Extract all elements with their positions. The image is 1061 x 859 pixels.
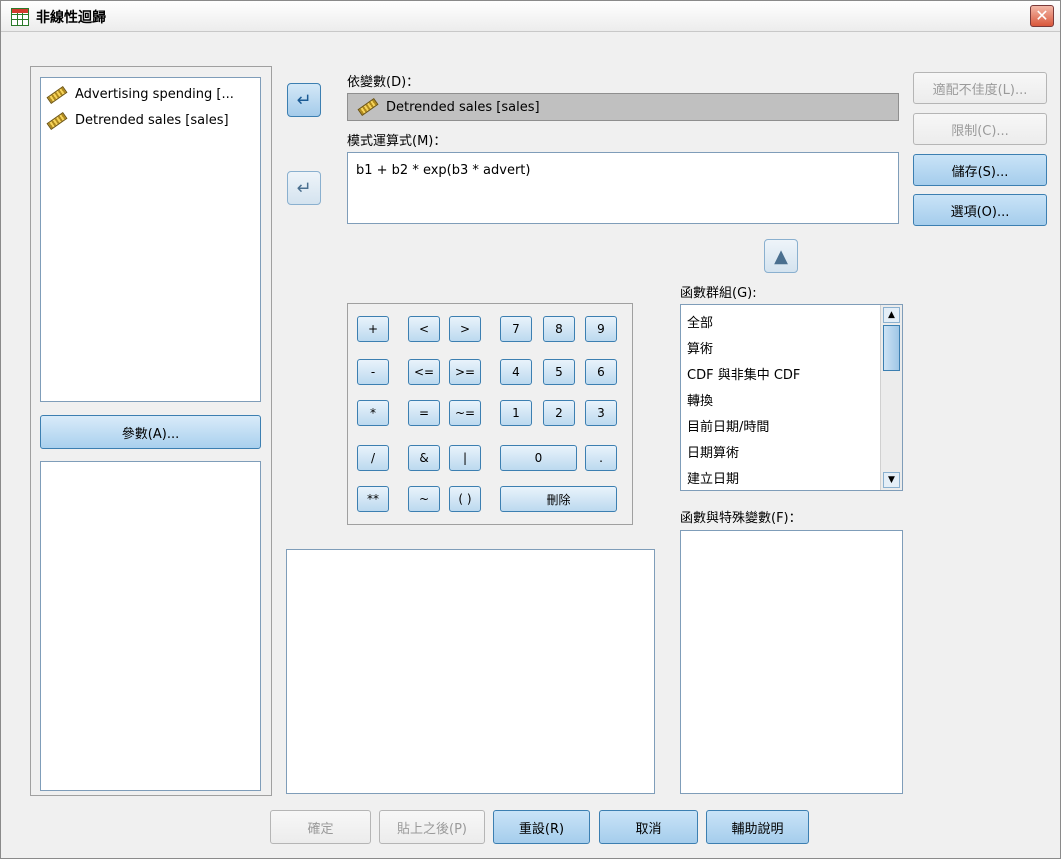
paste-button[interactable]: 貼上之後(P) <box>379 810 485 844</box>
model-label: 模式運算式(M)： <box>347 134 447 149</box>
parameters-button[interactable]: 參數(A)... <box>40 415 261 449</box>
dependent-label: 依變數(D)： <box>347 75 420 90</box>
calc-power[interactable]: ** <box>357 486 389 512</box>
function-group-list[interactable]: 全部 算術 CDF 與非集中 CDF 轉換 目前日期/時間 日期算術 建立日期 … <box>680 304 903 491</box>
calc-2[interactable]: 2 <box>543 400 575 426</box>
move-to-dependent-button[interactable]: ↵ <box>287 83 321 117</box>
calc-divide[interactable]: / <box>357 445 389 471</box>
calc-not[interactable]: ~ <box>408 486 440 512</box>
function-group-item[interactable]: 日期算術 <box>687 442 739 461</box>
calc-parentheses[interactable]: ( ) <box>449 486 481 512</box>
function-group-item[interactable]: 全部 <box>687 312 713 331</box>
calc-4[interactable]: 4 <box>500 359 532 385</box>
insert-function-button[interactable]: ▲ <box>764 239 798 273</box>
ok-button[interactable]: 確定 <box>270 810 371 844</box>
function-group-scrollbar[interactable]: ▲ ▼ <box>880 305 902 490</box>
move-to-model-button[interactable]: ↵ <box>287 171 321 205</box>
function-group-label: 函數群組(G): <box>680 286 757 301</box>
calc-and[interactable]: & <box>408 445 440 471</box>
calc-equal[interactable]: = <box>408 400 440 426</box>
title-bar: 非線性迴歸 ✕ <box>1 1 1060 32</box>
options-button[interactable]: 選項(O)... <box>913 194 1047 226</box>
model-expression-input[interactable]: b1 + b2 * exp(b3 * advert) <box>347 152 899 224</box>
calc-1[interactable]: 1 <box>500 400 532 426</box>
calc-plus[interactable]: + <box>357 316 389 342</box>
functions-list[interactable] <box>680 530 903 794</box>
constraints-button[interactable]: 限制(C)... <box>913 113 1047 145</box>
calc-0[interactable]: 0 <box>500 445 577 471</box>
calc-7[interactable]: 7 <box>500 316 532 342</box>
dependent-field[interactable]: Detrended sales [sales] <box>347 93 899 121</box>
function-group-item[interactable]: 目前日期/時間 <box>687 416 769 435</box>
save-button[interactable]: 儲存(S)... <box>913 154 1047 186</box>
scale-ruler-icon <box>46 111 68 130</box>
parameters-list[interactable] <box>40 461 261 791</box>
dialog-title: 非線性迴歸 <box>36 10 106 26</box>
cancel-button[interactable]: 取消 <box>599 810 698 844</box>
arrow-left-icon: ↵ <box>296 89 312 111</box>
model-expression-text: b1 + b2 * exp(b3 * advert) <box>356 163 531 178</box>
calc-not-equal[interactable]: ~= <box>449 400 481 426</box>
calc-delete[interactable]: 刪除 <box>500 486 617 512</box>
scroll-thumb[interactable] <box>883 325 900 371</box>
calc-5[interactable]: 5 <box>543 359 575 385</box>
calc-8[interactable]: 8 <box>543 316 575 342</box>
function-group-item[interactable]: 算術 <box>687 338 713 357</box>
variable-item-sales[interactable]: Detrended sales [sales] <box>46 111 229 130</box>
calc-decimal[interactable]: . <box>585 445 617 471</box>
loss-function-button[interactable]: 適配不佳度(L)... <box>913 72 1047 104</box>
variable-item-advertising[interactable]: Advertising spending [... <box>46 85 234 104</box>
calc-less-equal[interactable]: <= <box>408 359 440 385</box>
variable-label: Advertising spending [... <box>75 87 234 102</box>
nonlinear-regression-dialog: 非線性迴歸 ✕ Advertising spending [... Detren… <box>0 0 1061 859</box>
scroll-up-arrow-icon[interactable]: ▲ <box>883 307 900 323</box>
arrow-up-icon: ▲ <box>774 245 788 267</box>
calc-greater[interactable]: > <box>449 316 481 342</box>
calc-less[interactable]: < <box>408 316 440 342</box>
close-button[interactable]: ✕ <box>1030 5 1054 27</box>
scroll-down-arrow-icon[interactable]: ▼ <box>883 472 900 488</box>
function-group-item[interactable]: 建立日期 <box>687 468 739 487</box>
function-description-box <box>286 549 655 794</box>
calc-3[interactable]: 3 <box>585 400 617 426</box>
calc-greater-equal[interactable]: >= <box>449 359 481 385</box>
calc-9[interactable]: 9 <box>585 316 617 342</box>
functions-label: 函數與特殊變數(F)： <box>680 511 802 526</box>
function-group-item[interactable]: 轉換 <box>687 390 713 409</box>
calc-or[interactable]: | <box>449 445 481 471</box>
function-group-item[interactable]: CDF 與非集中 CDF <box>687 364 800 383</box>
scale-ruler-icon <box>357 97 379 117</box>
help-button[interactable]: 輔助說明 <box>706 810 809 844</box>
dependent-value: Detrended sales [sales] <box>386 99 540 115</box>
calc-minus[interactable]: - <box>357 359 389 385</box>
calc-6[interactable]: 6 <box>585 359 617 385</box>
arrow-left-icon: ↵ <box>296 177 312 199</box>
scale-ruler-icon <box>46 85 68 104</box>
variable-list[interactable]: Advertising spending [... Detrended sale… <box>40 77 261 402</box>
spss-app-icon <box>11 8 29 26</box>
variable-label: Detrended sales [sales] <box>75 113 229 128</box>
reset-button[interactable]: 重設(R) <box>493 810 590 844</box>
calc-multiply[interactable]: * <box>357 400 389 426</box>
